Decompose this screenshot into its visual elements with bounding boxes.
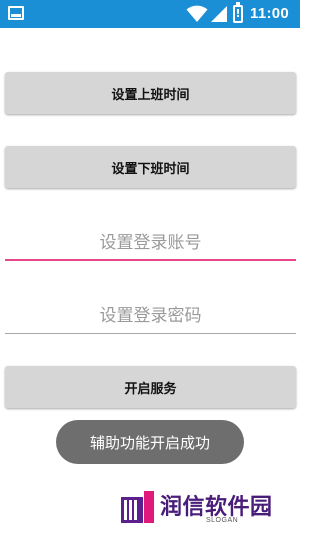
toast-message: 辅助功能开启成功 [56,420,244,464]
battery-alert-glyph: ! [235,7,241,20]
battery-icon: ! [233,2,243,23]
brand-logo-icon [121,491,154,523]
set-start-time-button[interactable]: 设置上班时间 [5,72,296,114]
brand-slogan: SLOGAN [206,517,239,524]
account-input[interactable]: 设置登录账号 [5,221,296,261]
start-service-button[interactable]: 开启服务 [5,366,296,408]
status-time: 11:00 [250,5,290,22]
notification-icon [8,6,24,20]
set-end-time-button[interactable]: 设置下班时间 [5,146,296,188]
password-input[interactable]: 设置登录密码 [5,294,296,334]
cellular-icon [211,6,227,22]
watermark: 润信软件园 SLOGAN [120,489,290,529]
account-placeholder: 设置登录账号 [99,232,202,253]
password-placeholder: 设置登录密码 [99,306,202,326]
wifi-icon [186,5,208,22]
status-bar: ! 11:00 [0,0,300,28]
